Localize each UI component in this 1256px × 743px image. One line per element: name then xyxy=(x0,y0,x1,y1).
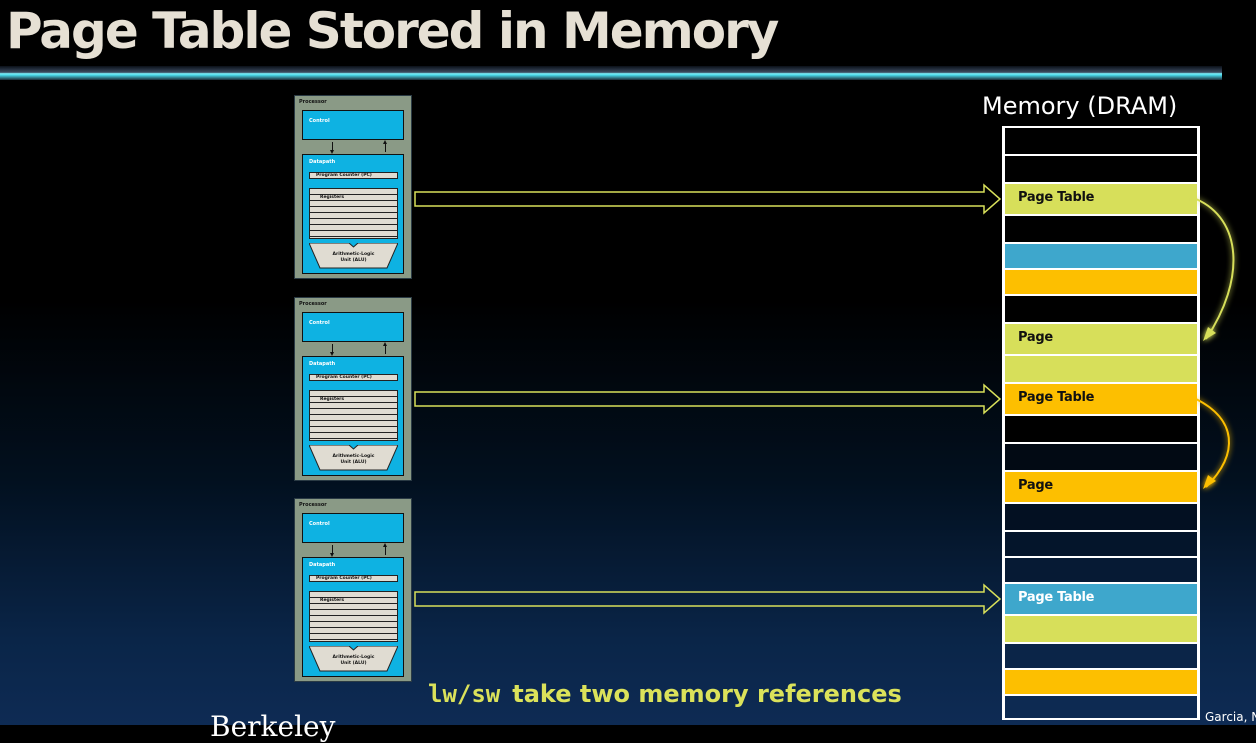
block-arrow-icon xyxy=(414,383,1002,415)
block-arrow-icon xyxy=(414,183,1002,215)
author-credit: Garcia, Nikolić xyxy=(1205,710,1256,724)
curved-pointer-arrow-icon xyxy=(1195,398,1230,488)
arrows-layer xyxy=(414,183,1235,615)
bottom-caption: lw/sw take two memory references xyxy=(428,680,902,708)
bottom-caption-code: lw/sw xyxy=(428,680,501,708)
block-arrow-icon xyxy=(414,583,1002,615)
berkeley-logo-text: Berkeley xyxy=(210,710,336,743)
arrowhead-icon xyxy=(1203,327,1216,341)
curved-pointer-arrow-icon xyxy=(1195,198,1235,340)
bottom-caption-text: take two memory references xyxy=(512,680,902,708)
